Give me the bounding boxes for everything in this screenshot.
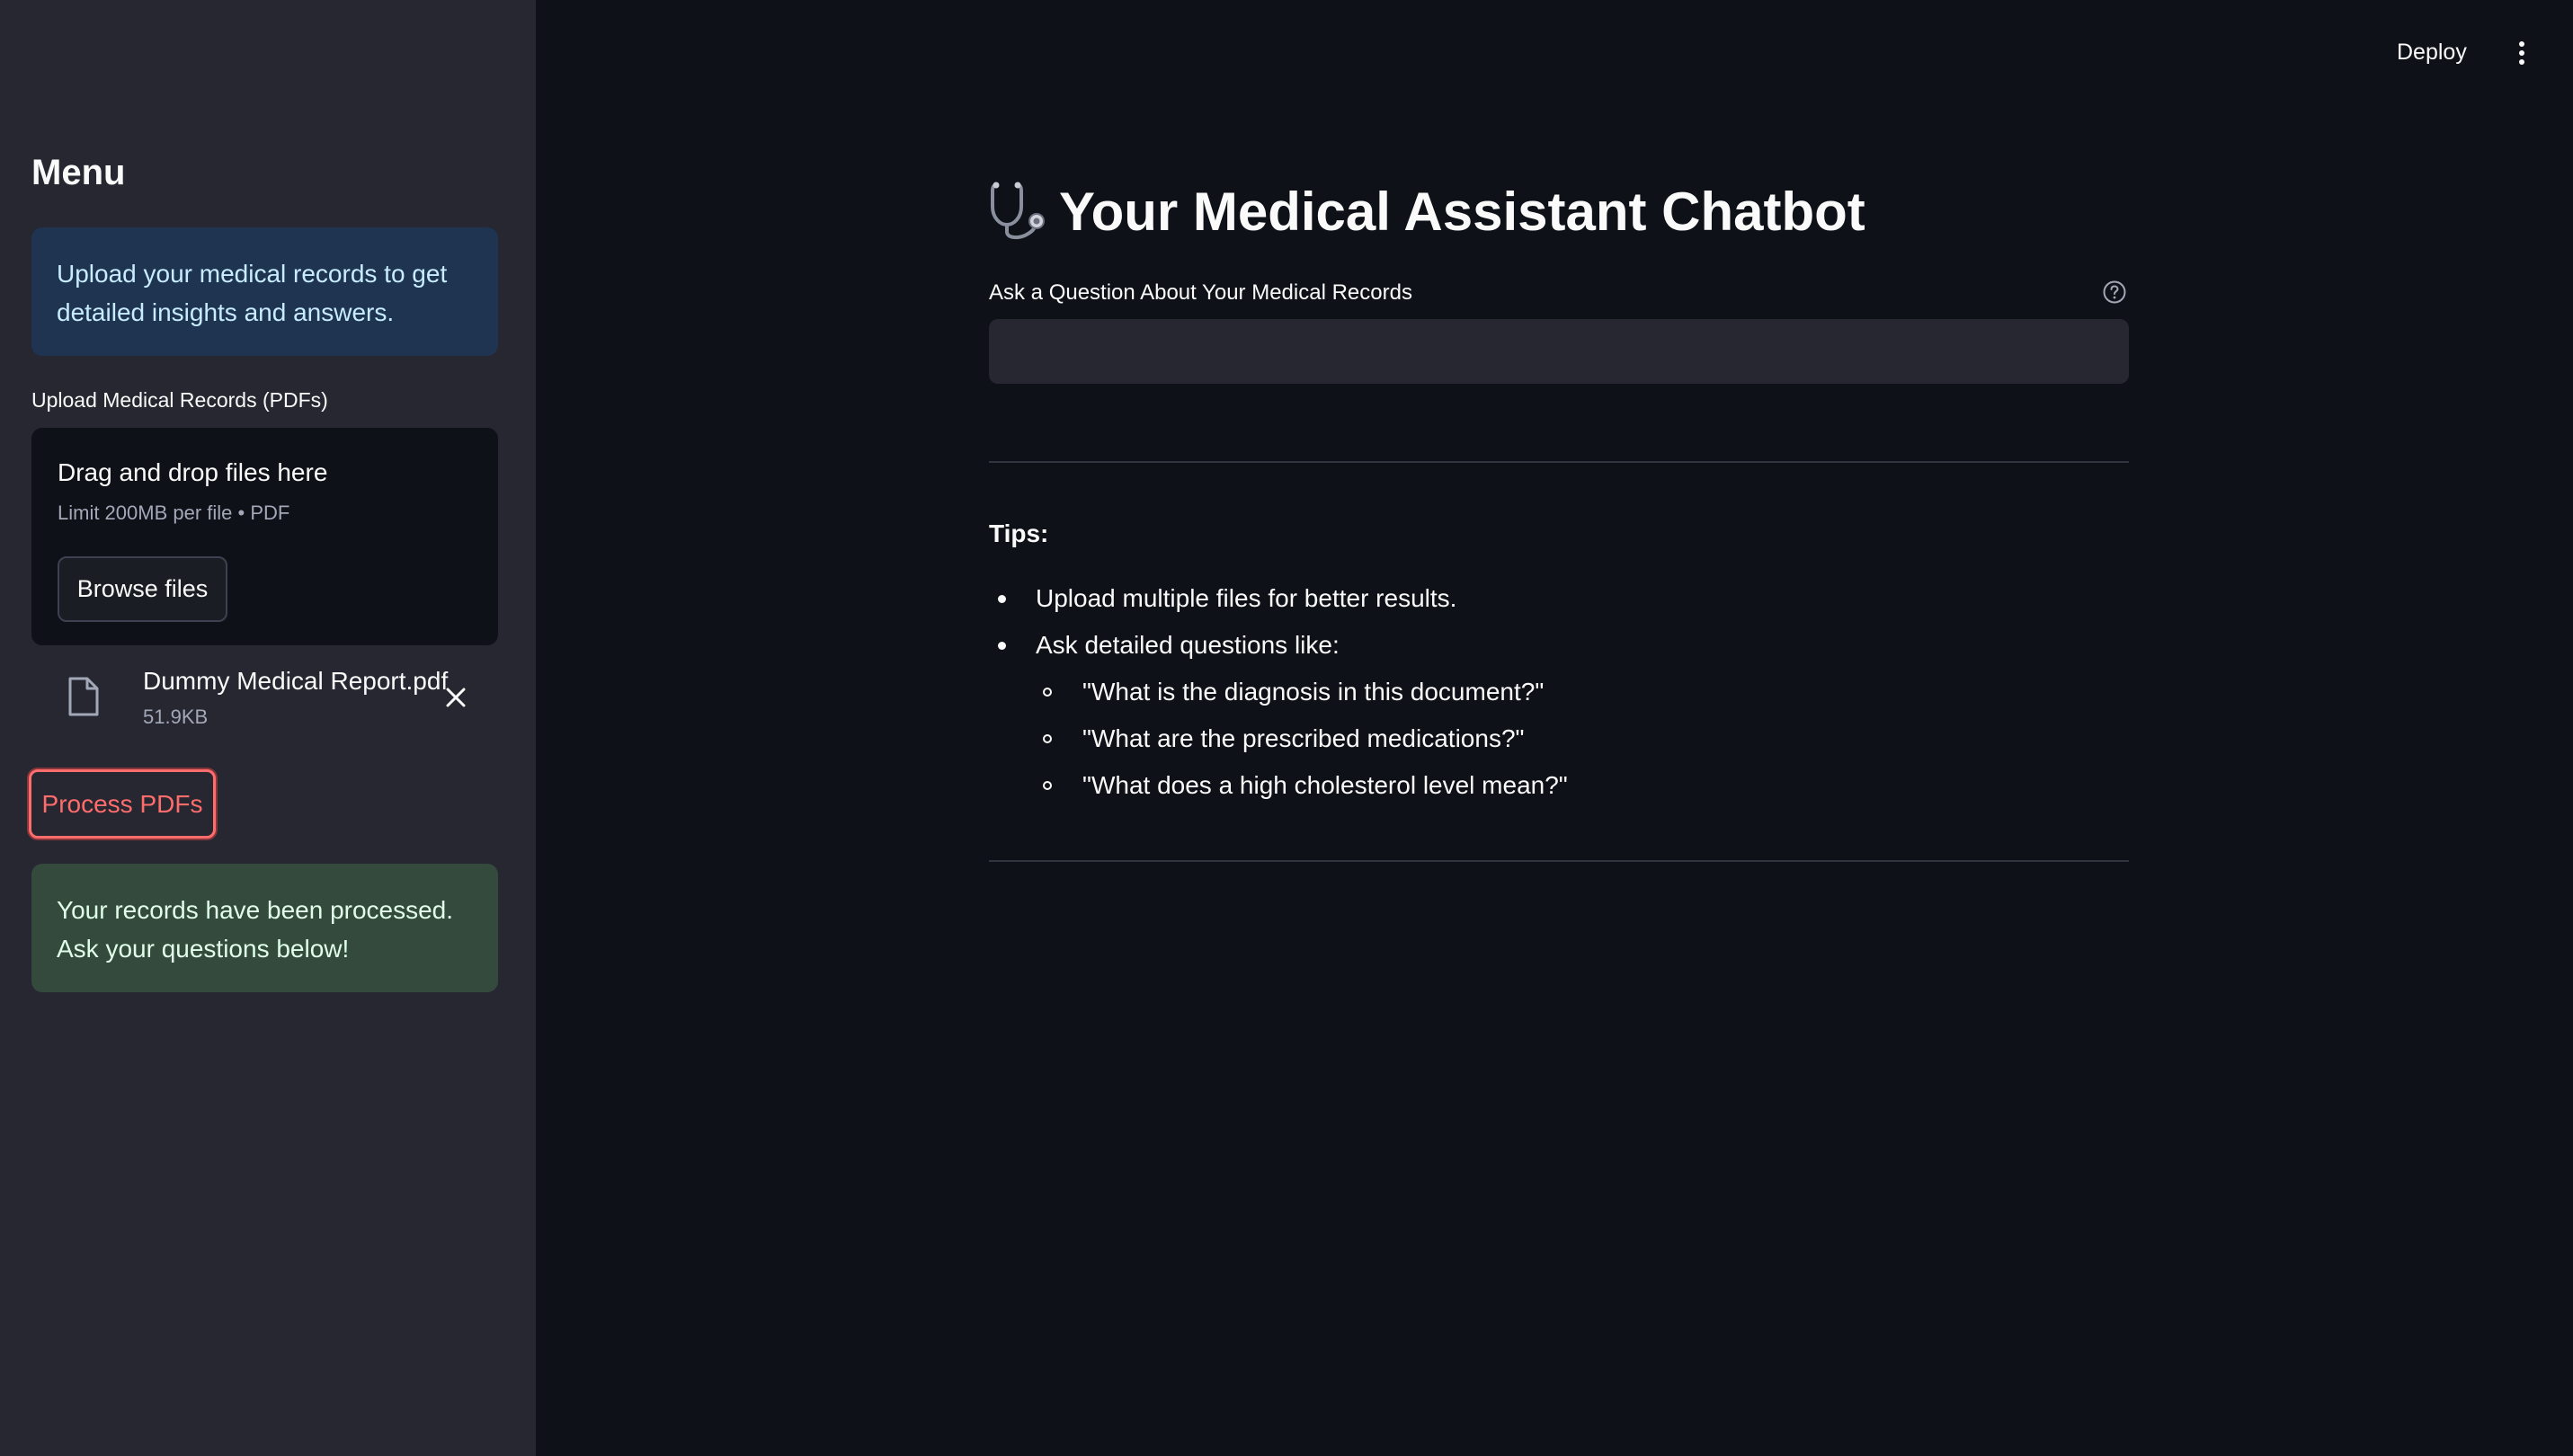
sidebar-heading: Menu	[31, 153, 126, 192]
browse-files-button[interactable]: Browse files	[58, 556, 227, 622]
divider	[989, 461, 2129, 463]
help-icon[interactable]	[2102, 280, 2127, 305]
question-input[interactable]	[989, 319, 2129, 384]
page-title-text: Your Medical Assistant Chatbot	[1059, 181, 1865, 242]
stethoscope-icon	[991, 182, 1045, 240]
uploader-label: Upload Medical Records (PDFs)	[31, 388, 328, 412]
uploaded-file-item: Dummy Medical Report.pdf 51.9KB	[31, 661, 498, 746]
example-question-item: "What does a high cholesterol level mean…	[989, 762, 1568, 809]
file-dropzone[interactable]: Drag and drop files here Limit 200MB per…	[31, 428, 498, 645]
dropzone-limit: Limit 200MB per file • PDF	[58, 502, 290, 524]
process-pdfs-button[interactable]: Process PDFs	[29, 769, 216, 839]
tips-heading: Tips:	[989, 519, 1049, 547]
sidebar: Menu Upload your medical records to get …	[0, 0, 536, 1456]
tip-item: Upload multiple files for better results…	[989, 575, 1568, 622]
success-alert: Your records have been processed. Ask yo…	[31, 864, 498, 992]
example-question-item: "What are the prescribed medications?"	[989, 715, 1568, 762]
question-label: Ask a Question About Your Medical Record…	[989, 280, 1412, 305]
close-icon[interactable]	[441, 683, 470, 712]
dropzone-title: Drag and drop files here	[58, 458, 328, 486]
file-icon	[68, 677, 99, 716]
page-title: Your Medical Assistant Chatbot	[989, 175, 1865, 247]
tips-list: Upload multiple files for better results…	[989, 575, 1568, 809]
file-size: 51.9KB	[143, 706, 209, 728]
vertical-ellipsis-icon[interactable]	[2510, 40, 2533, 67]
tip-item: Ask detailed questions like:	[989, 622, 1568, 669]
file-name: Dummy Medical Report.pdf	[143, 667, 449, 695]
divider	[989, 860, 2129, 862]
deploy-button[interactable]: Deploy	[2397, 40, 2467, 66]
info-alert: Upload your medical records to get detai…	[31, 227, 498, 356]
example-question-item: "What is the diagnosis in this document?…	[989, 669, 1568, 715]
